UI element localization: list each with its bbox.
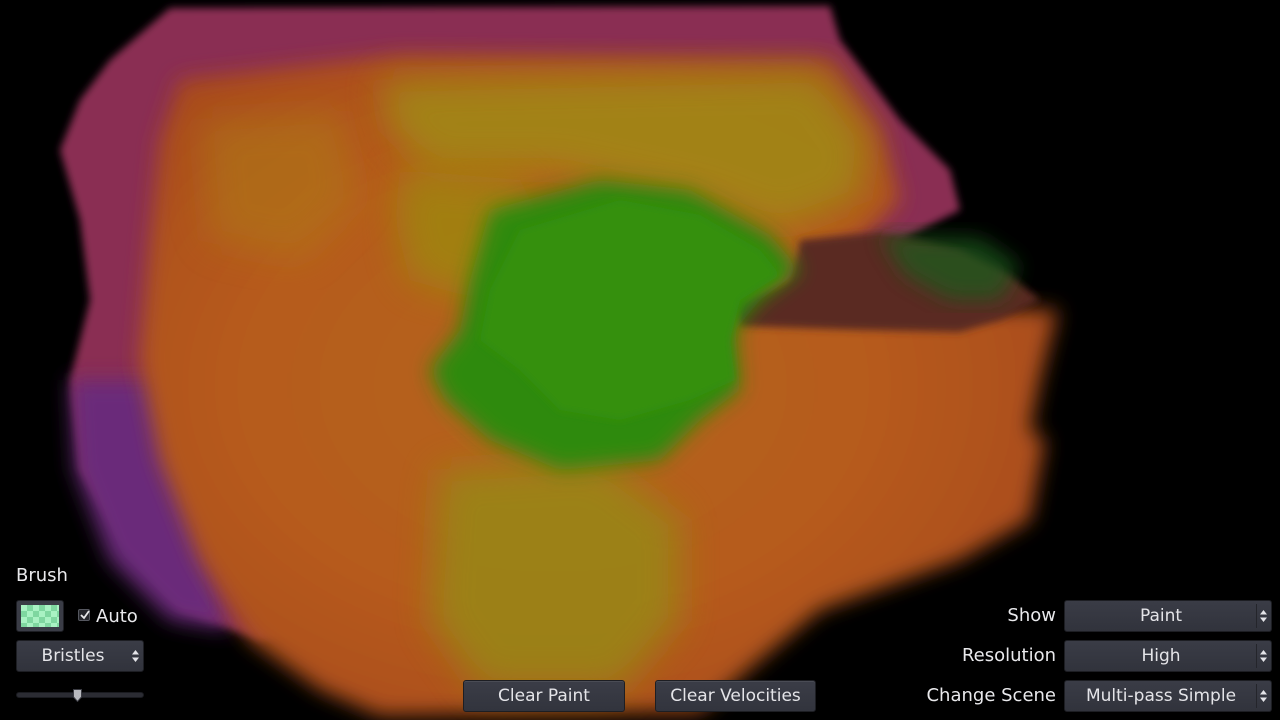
updown-arrows-icon [1260,650,1267,662]
updown-arrows-icon [1260,610,1267,622]
updown-arrows-icon [1260,690,1267,702]
change-scene-dropdown[interactable]: Multi-pass Simple [1064,680,1272,712]
resolution-dropdown[interactable]: High [1064,640,1272,672]
show-label: Show [1007,605,1056,626]
auto-label: Auto [96,606,138,627]
dropdown-divider [1256,684,1257,708]
dropdown-divider [1256,604,1257,628]
brush-type-value: Bristles [41,646,105,666]
brush-section-label: Brush [16,565,68,586]
auto-checkbox[interactable] [78,609,90,621]
show-dropdown[interactable]: Paint [1064,600,1272,632]
brush-type-dropdown[interactable]: Bristles [16,640,144,672]
updown-arrows-icon [132,650,139,662]
dropdown-divider [1256,644,1257,668]
resolution-label: Resolution [961,645,1056,666]
brush-color-preview [21,605,59,627]
slider-grabber-handle[interactable] [72,689,82,702]
brush-color-swatch[interactable] [16,600,64,632]
change-scene-label: Change Scene [926,685,1056,706]
resolution-value: High [1141,646,1181,666]
clear-velocities-button[interactable]: Clear Velocities [655,680,816,712]
show-value: Paint [1139,606,1183,626]
change-scene-value: Multi-pass Simple [1085,686,1237,706]
clear-paint-button[interactable]: Clear Paint [463,680,625,712]
check-icon [80,610,90,620]
